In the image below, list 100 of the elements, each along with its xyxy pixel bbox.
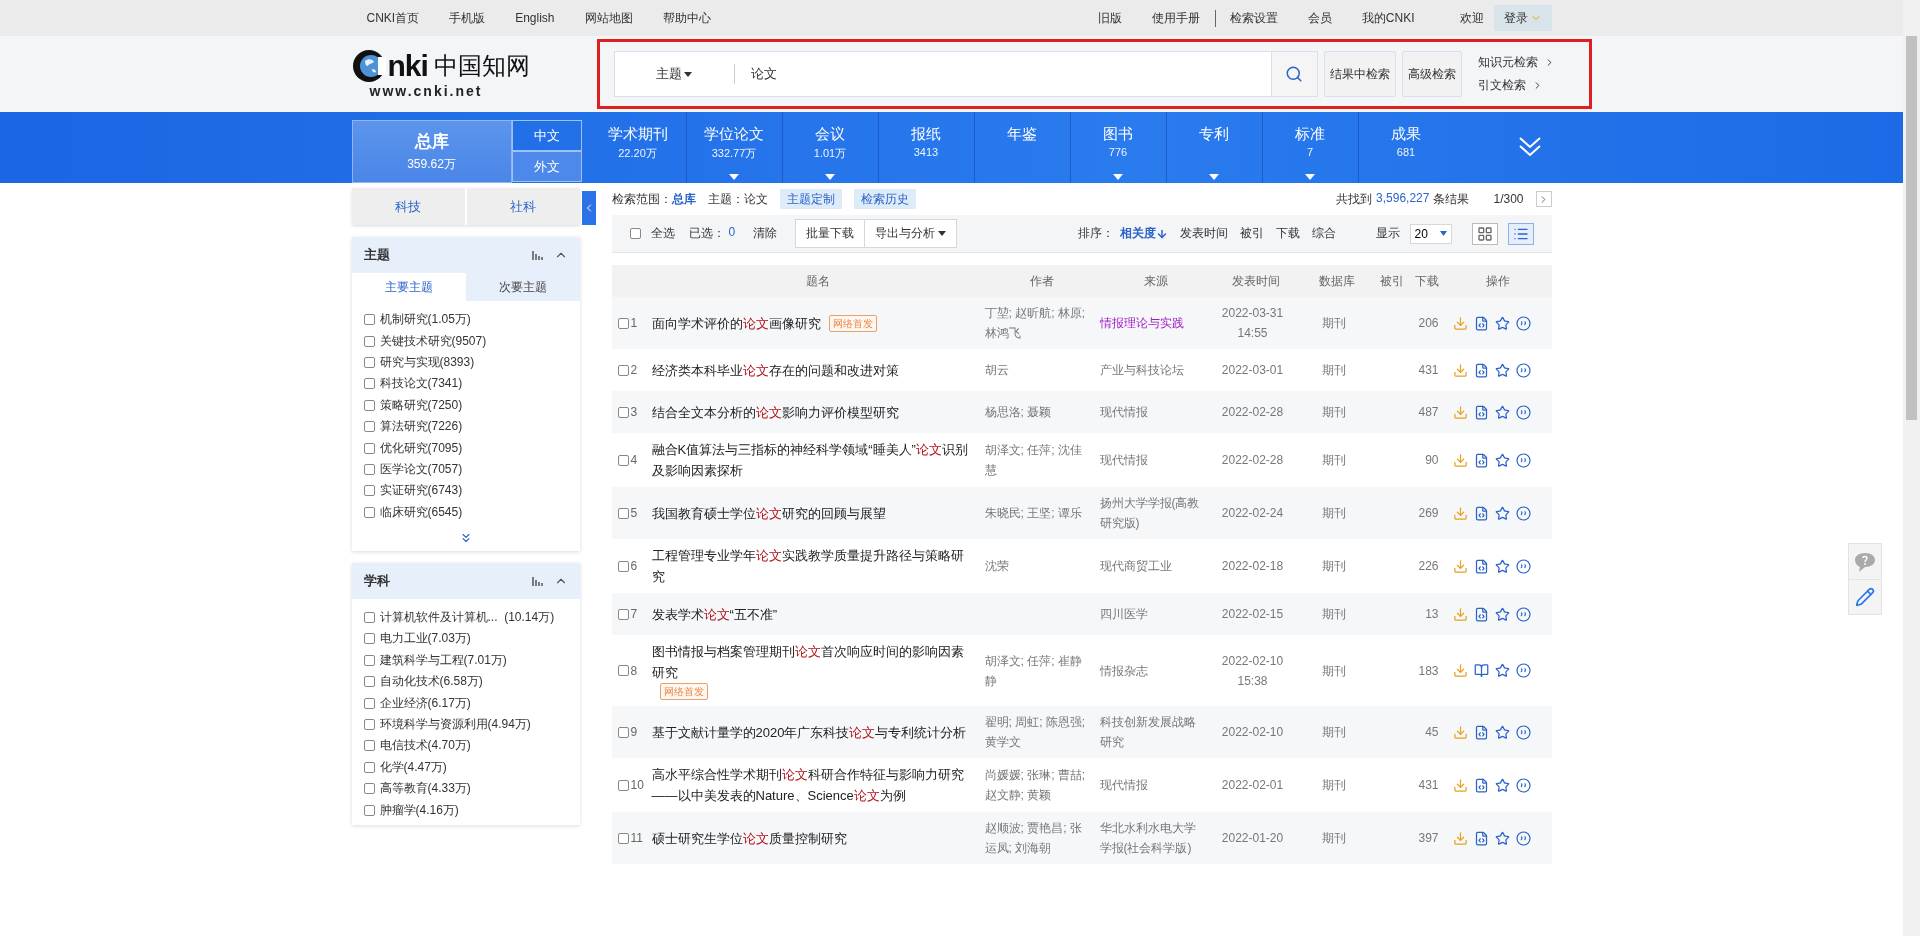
article-title[interactable]: 硕士研究生学位论文质量控制研究 [651, 827, 847, 849]
sort-option[interactable]: 发表时间 [1173, 225, 1234, 242]
html-file-icon[interactable] [1473, 724, 1489, 740]
bar-chart-icon[interactable] [531, 575, 544, 586]
logo-name[interactable]: 中国知网 [433, 50, 530, 82]
facet-item[interactable]: 临床研究(6545) [379, 503, 463, 521]
article-title[interactable]: 我国教育硕士学位论文研究的回顾与展望 [651, 502, 886, 524]
quote-icon[interactable] [1515, 724, 1531, 740]
facet-item[interactable]: 关键技术研究(9507) [379, 332, 487, 350]
html-file-icon[interactable] [1473, 315, 1489, 331]
search-field[interactable]: 主题 论文 [613, 51, 1318, 97]
action-chip[interactable]: 检索历史 [853, 189, 916, 209]
author-cell[interactable]: 赵顺波; 贾艳昌; 张运凤; 刘海朝 [984, 818, 1100, 858]
top-link[interactable]: English [500, 11, 570, 25]
list-view-button[interactable] [1507, 222, 1534, 245]
quote-icon[interactable] [1515, 663, 1531, 678]
checkbox[interactable] [617, 507, 629, 519]
double-chevron-icon[interactable] [1517, 134, 1542, 158]
top-link[interactable]: 手机版 [434, 9, 501, 27]
quote-icon[interactable] [1515, 777, 1531, 793]
quote-icon[interactable] [1515, 404, 1531, 420]
checkbox[interactable] [617, 832, 629, 844]
source-cell[interactable]: 科技创新发展战略研究 [1099, 712, 1212, 752]
page-size-select[interactable]: 20 [1409, 223, 1452, 244]
author-cell[interactable]: 杨思洛; 聂颖 [984, 402, 1100, 422]
source-cell[interactable]: 情报理论与实践 [1099, 313, 1212, 333]
top-link[interactable]: 使用手册 [1136, 9, 1215, 27]
download-icon[interactable] [1452, 315, 1468, 331]
facet-item[interactable]: 环境科学与资源利用(4.94万) [379, 716, 531, 734]
language-tab[interactable]: 中文 [511, 120, 582, 151]
source-cell[interactable]: 华北水利水电大学学报(社会科学版) [1099, 818, 1212, 858]
author-cell[interactable]: 沈荣 [984, 556, 1100, 576]
sort-option[interactable]: 被引 [1233, 225, 1270, 242]
checkbox[interactable] [363, 654, 375, 666]
scope-tab[interactable]: 科技 [351, 188, 465, 225]
facet-item[interactable]: 科技论文(7341) [379, 375, 463, 393]
help-button[interactable] [1849, 544, 1881, 579]
facet-item[interactable]: 肿瘤学(4.16万) [379, 801, 459, 819]
author-cell[interactable]: 胡泽文; 任萍; 崔静静 [984, 650, 1100, 691]
star-icon[interactable] [1494, 404, 1510, 420]
html-file-icon[interactable] [1473, 830, 1489, 846]
database-tab[interactable]: 学术期刊 22.20万 [589, 112, 686, 183]
facet-item[interactable]: 电力工业(7.03万) [379, 630, 471, 648]
download-icon[interactable] [1452, 362, 1468, 378]
article-title[interactable]: 图书情报与档案管理期刊论文首次响应时间的影响因素研究 [651, 641, 973, 683]
article-title[interactable]: 结合全文本分析的论文影响力评价模型研究 [651, 401, 899, 423]
facet-item[interactable]: 化学(4.47万) [379, 758, 447, 776]
quote-icon[interactable] [1515, 362, 1531, 378]
checkbox[interactable] [629, 228, 641, 239]
download-icon[interactable] [1452, 404, 1468, 420]
checkbox[interactable] [617, 364, 629, 376]
search-option-button[interactable]: 结果中检索 [1323, 51, 1396, 97]
top-link[interactable]: 旧版 [1082, 9, 1137, 27]
facet-item[interactable]: 优化研究(7095) [379, 439, 463, 457]
checkbox[interactable] [363, 506, 375, 518]
source-cell[interactable]: 四川医学 [1099, 604, 1212, 624]
html-file-icon[interactable] [1473, 505, 1489, 521]
star-icon[interactable] [1494, 315, 1510, 331]
html-file-icon[interactable] [1473, 362, 1489, 378]
checkbox[interactable] [363, 485, 375, 497]
author-cell[interactable]: 丁堃; 赵昕航; 林原; 林鸿飞 [984, 303, 1100, 343]
feedback-button[interactable] [1849, 579, 1881, 614]
author-cell[interactable]: 胡云 [984, 360, 1100, 380]
facet-tab[interactable]: 主要主题 [351, 273, 466, 301]
checkbox[interactable] [363, 783, 375, 795]
checkbox[interactable] [363, 740, 375, 752]
source-cell[interactable]: 现代情报 [1099, 775, 1212, 795]
star-icon[interactable] [1494, 558, 1510, 574]
login-button[interactable]: 登录 [1493, 5, 1552, 31]
star-icon[interactable] [1494, 452, 1510, 468]
article-title[interactable]: 面向学术评价的论文画像研究 [651, 312, 821, 334]
article-title[interactable]: 经济类本科毕业论文存在的问题和改进对策 [651, 359, 899, 381]
search-link[interactable]: 引文检索 [1477, 77, 1555, 94]
search-link[interactable]: 知识元检索 [1477, 54, 1555, 71]
checkbox[interactable] [363, 421, 375, 433]
checkbox[interactable] [363, 761, 375, 773]
quote-icon[interactable] [1515, 505, 1531, 521]
checkbox[interactable] [363, 399, 375, 411]
collapse-button[interactable] [581, 191, 596, 225]
html-file-icon[interactable] [1473, 606, 1489, 622]
facet-item[interactable]: 研究与实现(8393) [379, 353, 475, 371]
star-icon[interactable] [1494, 663, 1510, 678]
star-icon[interactable] [1494, 777, 1510, 793]
article-title[interactable]: 基于文献计量学的2020年广东科技论文与专利统计分析 [651, 721, 967, 743]
database-tab[interactable]: 成果 681 [1357, 112, 1454, 183]
facet-item[interactable]: 计算机软件及计算机... (10.14万) [379, 609, 555, 627]
checkbox[interactable] [363, 356, 375, 368]
scope-tab[interactable]: 社科 [466, 188, 580, 225]
facet-item[interactable]: 企业经济(6.17万) [379, 694, 471, 712]
html-file-icon[interactable] [1473, 452, 1489, 468]
facet-item[interactable]: 医学论文(7057) [379, 460, 463, 478]
logo-wordmark[interactable]: nki [387, 50, 428, 82]
facet-item[interactable]: 算法研究(7226) [379, 418, 463, 436]
star-icon[interactable] [1494, 505, 1510, 521]
field-select[interactable]: 主题 [614, 64, 735, 84]
checkbox[interactable] [617, 317, 629, 329]
sort-option[interactable]: 相关度 [1113, 225, 1174, 242]
quote-icon[interactable] [1515, 452, 1531, 468]
download-icon[interactable] [1452, 663, 1468, 678]
checkbox[interactable] [617, 726, 629, 738]
